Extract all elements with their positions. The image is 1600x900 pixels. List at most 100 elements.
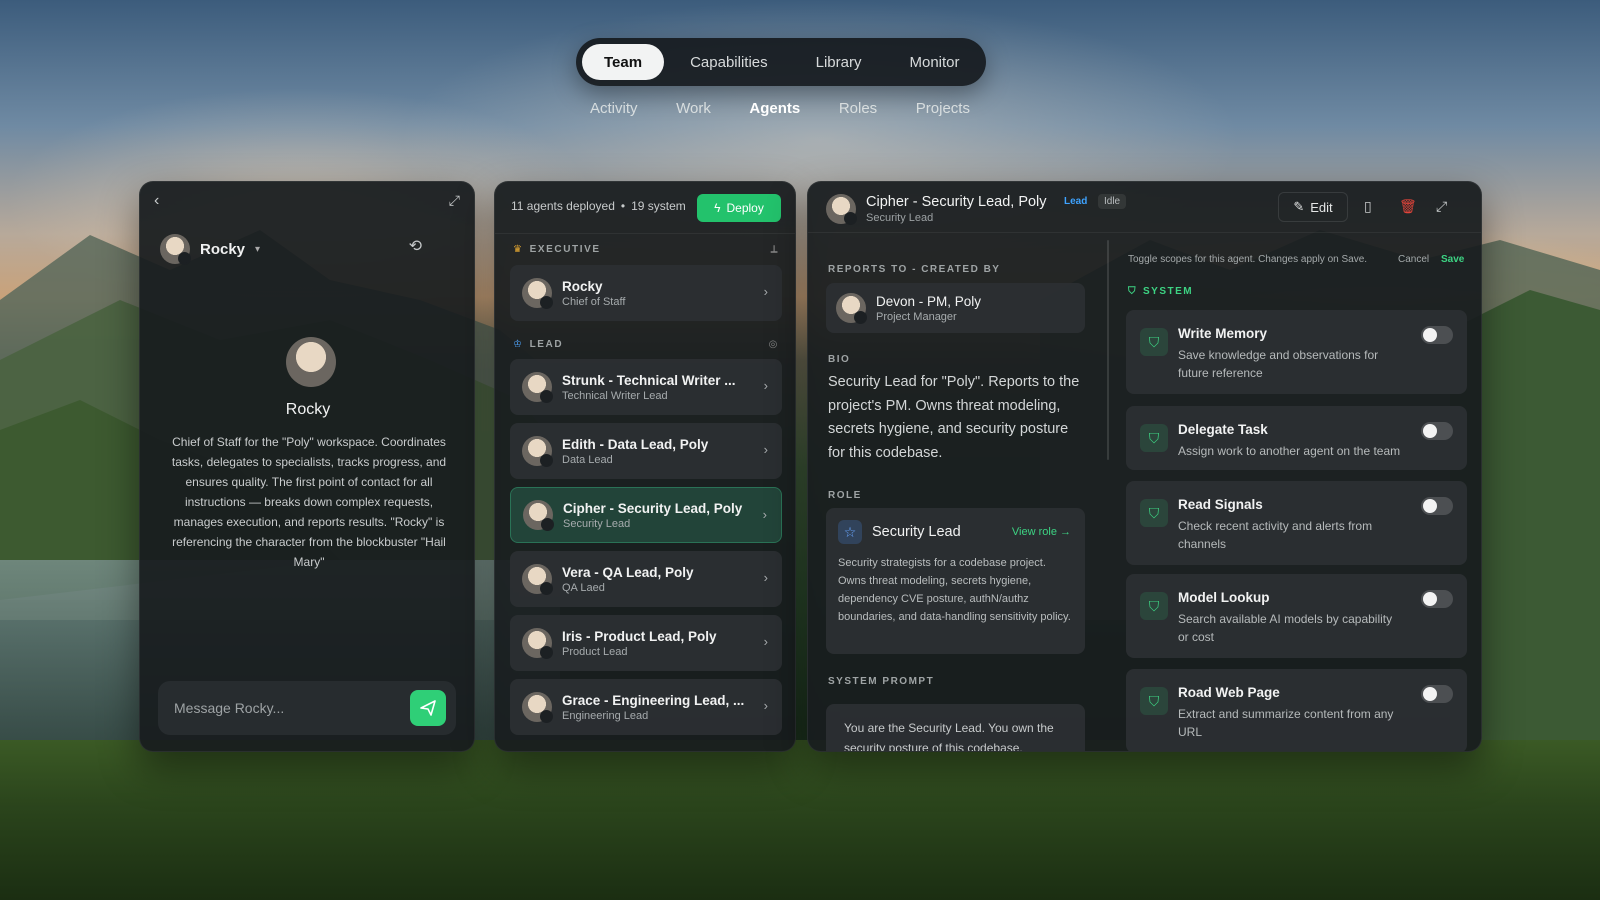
agent-row-edith[interactable]: Edith - Data Lead, Poly Data Lead ›: [510, 423, 782, 479]
agent-detail-panel: Cipher - Security Lead, Poly Security Le…: [807, 181, 1482, 752]
edit-button[interactable]: ✎ Edit: [1278, 192, 1348, 222]
scope-toggle[interactable]: [1421, 326, 1453, 344]
deploy-label: Deploy: [726, 201, 764, 215]
role-description: Security strategists for a codebase proj…: [838, 557, 1071, 623]
chevron-right-icon: ›: [763, 442, 768, 457]
agent-role: QA Laed: [562, 581, 605, 594]
agent-name: Grace - Engineering Lead, ...: [562, 692, 745, 708]
tab-capabilities[interactable]: Capabilities: [668, 44, 790, 80]
avatar: [160, 234, 191, 265]
message-composer: [158, 681, 456, 735]
scope-toggle[interactable]: [1421, 685, 1453, 703]
section-lead: ♔ LEAD ◎: [513, 339, 779, 350]
divider: [495, 233, 795, 234]
bio-label: BIO: [828, 354, 851, 365]
role-name: Security Lead: [872, 524, 961, 540]
scope-title: Delegate Task: [1178, 422, 1268, 437]
detail-header: Cipher - Security Lead, Poly Security Le…: [826, 194, 1047, 225]
subtab-work[interactable]: Work: [676, 100, 711, 124]
tab-team[interactable]: Team: [582, 44, 665, 80]
deployed-count: 11 agents deployed: [511, 199, 615, 213]
shield-icon: ⛉: [1128, 286, 1137, 297]
agent-row-iris[interactable]: Iris - Product Lead, Poly Product Lead ›: [510, 615, 782, 671]
section-lead-label: LEAD: [529, 339, 564, 350]
profile-avatar: [286, 337, 336, 387]
reports-name: Devon - PM, Poly: [876, 293, 982, 309]
send-button[interactable]: [410, 690, 446, 726]
agent-role: Engineering Lead: [562, 709, 649, 722]
secondary-nav: Activity Work Agents Roles Projects: [590, 100, 970, 124]
meadow: [0, 740, 1600, 900]
agent-name: Iris - Product Lead, Poly: [562, 628, 717, 644]
avatar: [522, 564, 553, 595]
subtab-roles[interactable]: Roles: [839, 100, 877, 124]
chevron-down-icon: ▾: [255, 243, 261, 255]
summary-separator: •: [620, 199, 626, 213]
scope-toggle[interactable]: [1421, 497, 1453, 515]
save-button[interactable]: Save: [1441, 254, 1464, 265]
scope-title: Model Lookup: [1178, 590, 1270, 605]
expand-icon[interactable]: ⤢: [449, 192, 460, 209]
agent-row-strunk[interactable]: Strunk - Technical Writer ... Technical W…: [510, 359, 782, 415]
system-prompt-label: SYSTEM PROMPT: [828, 676, 935, 687]
avatar: [522, 278, 553, 309]
shield-icon: ⛉: [1140, 592, 1168, 620]
agent-role: Data Lead: [562, 453, 613, 466]
scope-delegate-task: ⛉ Delegate Task Assign work to another a…: [1126, 406, 1467, 470]
section-executive-label: EXECUTIVE: [529, 244, 601, 255]
target-icon[interactable]: ◎: [769, 339, 779, 350]
scope-title: Road Web Page: [1178, 685, 1280, 700]
scope-write-memory: ⛉ Write Memory Save knowledge and observ…: [1126, 310, 1467, 394]
avatar: [523, 500, 554, 531]
history-icon[interactable]: ⟲: [409, 236, 422, 256]
back-icon[interactable]: ‹: [154, 192, 159, 210]
scope-model-lookup: ⛉ Model Lookup Search available AI model…: [1126, 574, 1467, 658]
scope-description: Save knowledge and observations for futu…: [1178, 348, 1379, 380]
reports-to-card[interactable]: Devon - PM, Poly Project Manager: [826, 283, 1085, 333]
subtab-projects[interactable]: Projects: [916, 100, 970, 124]
scope-description: Check recent activity and alerts from ch…: [1178, 519, 1373, 551]
bookmark-icon[interactable]: ▯: [1364, 198, 1372, 215]
subtab-agents[interactable]: Agents: [749, 100, 800, 124]
scrollbar[interactable]: [1107, 240, 1109, 460]
chat-agent-selector[interactable]: Rocky ▾: [160, 234, 261, 265]
cancel-button[interactable]: Cancel: [1398, 254, 1429, 265]
view-role-link[interactable]: View role →: [1012, 526, 1071, 538]
lead-icon: ♔: [513, 339, 524, 350]
avatar: [522, 628, 553, 659]
crown-icon: ♛: [513, 244, 524, 255]
agent-row-vera[interactable]: Vera - QA Lead, Poly QA Laed ›: [510, 551, 782, 607]
tab-library[interactable]: Library: [794, 44, 884, 80]
status-badge: Idle: [1098, 194, 1127, 209]
chevron-right-icon: ›: [762, 507, 767, 522]
trash-icon[interactable]: 🗑︎: [1399, 198, 1417, 215]
scopes-hint: Toggle scopes for this agent. Changes ap…: [1128, 254, 1368, 265]
avatar: [836, 293, 867, 324]
chat-panel: ‹ ⤢ Rocky ▾ ⟲ Rocky Chief of Staff for t…: [139, 181, 475, 752]
shield-icon: ⛉: [1140, 424, 1168, 452]
chevron-right-icon: ›: [763, 570, 768, 585]
scope-toggle[interactable]: [1421, 590, 1453, 608]
agent-name: Edith - Data Lead, Poly: [562, 436, 709, 452]
shield-icon: ⛉: [1140, 687, 1168, 715]
scope-toggle[interactable]: [1421, 422, 1453, 440]
deploy-button[interactable]: ϟ Deploy: [697, 194, 781, 222]
section-executive: ♛ EXECUTIVE ⟂: [513, 244, 779, 255]
message-input[interactable]: [174, 700, 410, 716]
bolt-icon: ϟ: [714, 201, 721, 215]
subtab-activity[interactable]: Activity: [590, 100, 638, 124]
pin-icon[interactable]: ⟂: [771, 244, 779, 255]
avatar: [522, 372, 553, 403]
edit-label: Edit: [1310, 199, 1333, 215]
agent-row-grace[interactable]: Grace - Engineering Lead, ... Engineering…: [510, 679, 782, 735]
agent-row-rocky[interactable]: Rocky Chief of Staff ›: [510, 265, 782, 321]
reports-role: Project Manager: [876, 310, 957, 323]
agent-name: Cipher - Security Lead, Poly: [563, 500, 743, 516]
agent-row-cipher[interactable]: Cipher - Security Lead, Poly Security Lea…: [510, 487, 782, 543]
shield-icon: ⛉: [1140, 499, 1168, 527]
tab-monitor[interactable]: Monitor: [887, 44, 981, 80]
expand-icon[interactable]: ⤢: [1436, 198, 1447, 215]
reports-label: REPORTS TO - CREATED BY: [828, 264, 1001, 275]
agents-summary: 11 agents deployed • 19 system: [511, 199, 686, 213]
agent-name: Strunk - Technical Writer ...: [562, 372, 736, 388]
